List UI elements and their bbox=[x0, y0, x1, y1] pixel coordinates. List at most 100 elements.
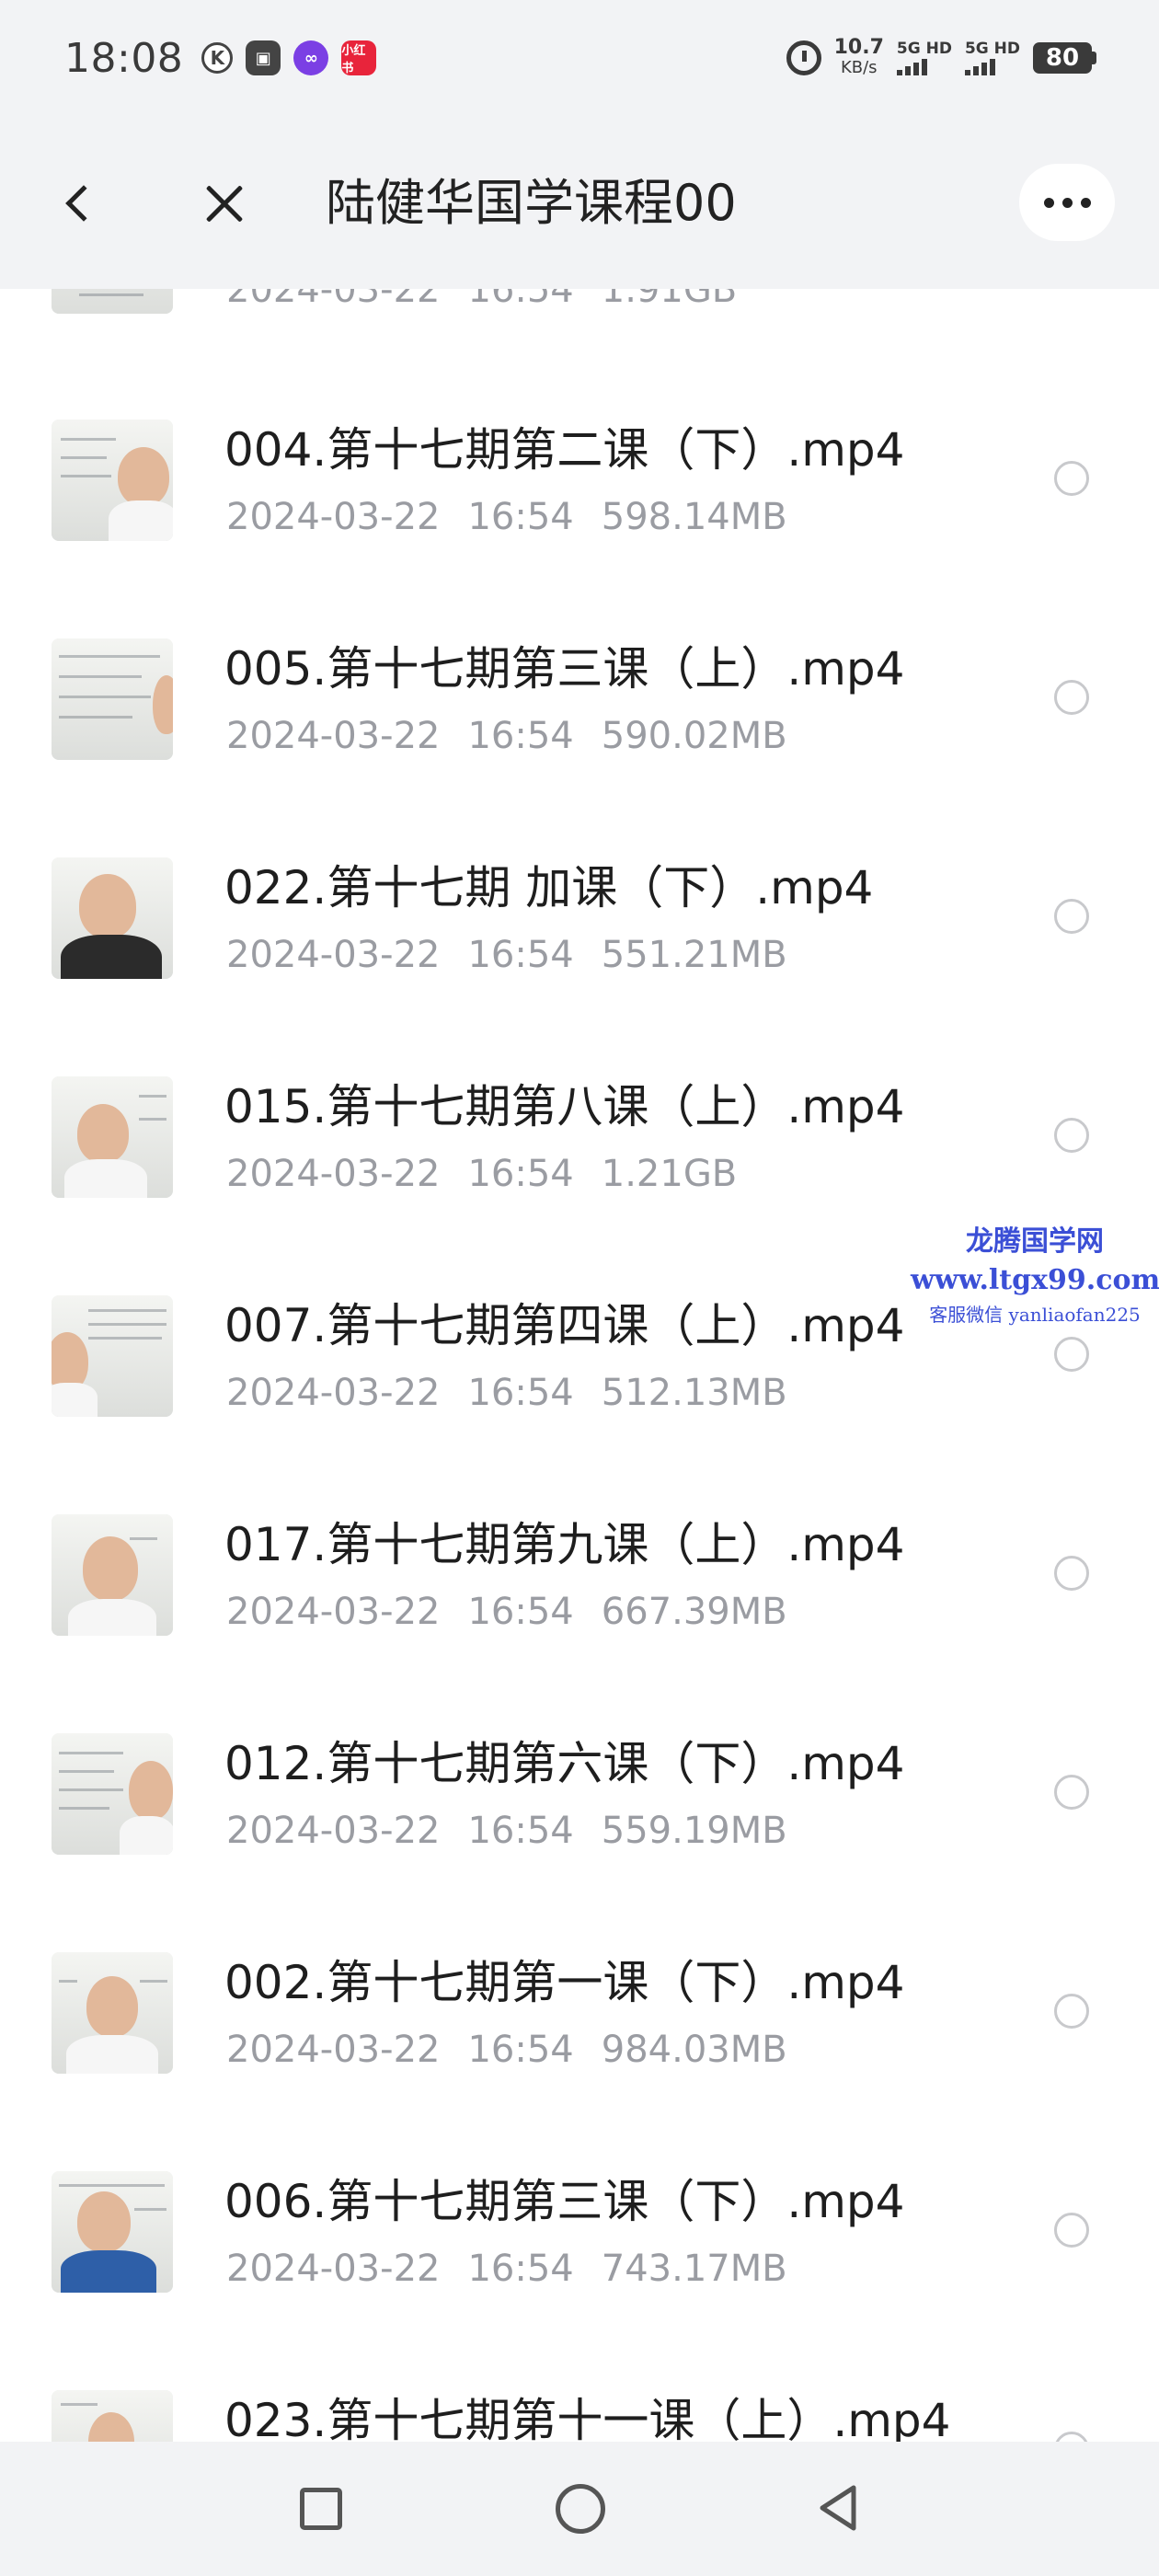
file-date: 2024-03-22 bbox=[226, 2248, 441, 2290]
list-item[interactable]: 2024-03-22 16:54 1.91GB bbox=[0, 289, 1159, 411]
video-thumbnail bbox=[52, 420, 173, 541]
list-item[interactable]: 023.第十七期第十一课（上）.mp4 bbox=[0, 2390, 1159, 2442]
list-item[interactable]: 002.第十七期第一课（下）.mp4 2024-03-22 16:54 984.03… bbox=[0, 1952, 1159, 2171]
file-time: 16:54 bbox=[467, 2029, 574, 2071]
system-nav-bar bbox=[0, 2442, 1159, 2576]
file-name: 017.第十七期第九课（上）.mp4 bbox=[224, 1518, 905, 1571]
video-thumbnail bbox=[52, 638, 173, 760]
select-checkbox[interactable] bbox=[1054, 1994, 1089, 2029]
battery-level: 80 bbox=[1033, 42, 1092, 74]
select-checkbox[interactable] bbox=[1054, 1556, 1089, 1591]
video-thumbnail bbox=[52, 2390, 173, 2442]
page-title: 陆健华国学课程00 bbox=[326, 174, 737, 232]
file-time: 16:54 bbox=[467, 289, 574, 311]
file-time: 16:54 bbox=[467, 1591, 574, 1633]
alarm-icon bbox=[786, 40, 821, 75]
file-time: 16:54 bbox=[467, 2248, 574, 2290]
home-button[interactable] bbox=[556, 2484, 605, 2534]
file-list[interactable]: 2024-03-22 16:54 1.91GB 004.第十七期第二课（下）.mp4… bbox=[0, 289, 1159, 2442]
file-meta: 2024-03-22 16:54 1.21GB bbox=[226, 1150, 764, 1198]
select-checkbox[interactable] bbox=[1054, 461, 1089, 496]
file-time: 16:54 bbox=[467, 1372, 574, 1414]
file-name: 022.第十七期 加课（下）.mp4 bbox=[224, 861, 874, 914]
video-thumbnail bbox=[52, 857, 173, 979]
infinity-app-icon: ∞ bbox=[293, 40, 329, 75]
file-time: 16:54 bbox=[467, 496, 574, 538]
file-name: 012.第十七期第六课（下）.mp4 bbox=[224, 1737, 905, 1790]
file-size: 743.17MB bbox=[601, 2248, 787, 2290]
list-item[interactable]: 005.第十七期第三课（上）.mp4 2024-03-22 16:54 590.02… bbox=[0, 638, 1159, 857]
video-thumbnail bbox=[52, 1733, 173, 1855]
status-bar: 18:08 K ▣ ∞ 小红书 10.7 KB/s 5G HD 5G HD 80 bbox=[0, 0, 1159, 116]
file-date: 2024-03-22 bbox=[226, 496, 441, 538]
file-meta: 2024-03-22 16:54 590.02MB bbox=[226, 712, 815, 760]
back-button[interactable] bbox=[52, 171, 107, 236]
more-dots-icon bbox=[1043, 197, 1054, 208]
file-size: 598.14MB bbox=[601, 496, 787, 538]
file-time: 16:54 bbox=[467, 1810, 574, 1852]
select-checkbox[interactable] bbox=[1054, 2432, 1089, 2442]
select-checkbox[interactable] bbox=[1054, 1118, 1089, 1153]
list-item[interactable]: 022.第十七期 加课（下）.mp4 2024-03-22 16:54 551.21… bbox=[0, 857, 1159, 1076]
file-meta: 2024-03-22 16:54 598.14MB bbox=[226, 493, 815, 541]
file-size: 1.91GB bbox=[601, 289, 738, 311]
select-checkbox[interactable] bbox=[1054, 1337, 1089, 1372]
file-meta: 2024-03-22 16:54 667.39MB bbox=[226, 1588, 815, 1636]
file-time: 16:54 bbox=[467, 1153, 574, 1195]
file-meta: 2024-03-22 16:54 743.17MB bbox=[226, 2245, 815, 2293]
file-meta: 2024-03-22 16:54 559.19MB bbox=[226, 1807, 815, 1855]
list-item[interactable]: 012.第十七期第六课（下）.mp4 2024-03-22 16:54 559.19… bbox=[0, 1733, 1159, 1952]
file-meta: 2024-03-22 16:54 1.91GB bbox=[226, 289, 764, 314]
nav-back-button[interactable] bbox=[813, 2482, 865, 2534]
file-size: 559.19MB bbox=[601, 1810, 787, 1852]
more-options-button[interactable] bbox=[1019, 164, 1115, 241]
close-button[interactable] bbox=[195, 171, 254, 236]
file-name: 006.第十七期第三课（下）.mp4 bbox=[224, 2175, 905, 2228]
chevron-left-icon bbox=[65, 185, 102, 222]
status-right-icons: 10.7 KB/s 5G HD 5G HD 80 bbox=[786, 38, 1096, 78]
list-item[interactable]: 004.第十七期第二课（下）.mp4 2024-03-22 16:54 598.14… bbox=[0, 420, 1159, 638]
file-date: 2024-03-22 bbox=[226, 289, 441, 311]
list-item[interactable]: 006.第十七期第三课（下）.mp4 2024-03-22 16:54 743.17… bbox=[0, 2171, 1159, 2390]
network-speed: 10.7 KB/s bbox=[834, 38, 884, 78]
file-name: 023.第十七期第十一课（上）.mp4 bbox=[224, 2394, 951, 2442]
select-checkbox[interactable] bbox=[1054, 1775, 1089, 1810]
file-name: 007.第十七期第四课（上）.mp4 bbox=[224, 1299, 905, 1352]
file-size: 551.21MB bbox=[601, 934, 787, 976]
file-size: 512.13MB bbox=[601, 1372, 787, 1414]
video-thumbnail bbox=[52, 1295, 173, 1417]
signal-sim1-icon: 5G HD bbox=[896, 40, 952, 75]
file-time: 16:54 bbox=[467, 934, 574, 976]
file-meta: 2024-03-22 16:54 512.13MB bbox=[226, 1369, 815, 1417]
file-name: 004.第十七期第二课（下）.mp4 bbox=[224, 423, 905, 477]
video-thumbnail bbox=[52, 1952, 173, 2074]
k-app-icon: K bbox=[201, 42, 234, 74]
file-date: 2024-03-22 bbox=[226, 715, 441, 757]
watermark-line3: 客服微信 yanliaofan225 bbox=[929, 1304, 1141, 1326]
video-thumbnail bbox=[52, 1076, 173, 1198]
recent-apps-button[interactable] bbox=[300, 2488, 342, 2530]
notification-icons: K ▣ ∞ 小红书 bbox=[201, 40, 377, 75]
status-time: 18:08 bbox=[64, 34, 184, 82]
video-thumbnail bbox=[52, 1514, 173, 1636]
file-date: 2024-03-22 bbox=[226, 1810, 441, 1852]
file-time: 16:54 bbox=[467, 715, 574, 757]
file-size: 1.21GB bbox=[601, 1153, 738, 1195]
watermark: 龙腾国学网 www.ltgx99.com 客服微信 yanliaofan225 bbox=[911, 1222, 1159, 1330]
battery-icon: 80 bbox=[1033, 42, 1096, 74]
select-checkbox[interactable] bbox=[1054, 2213, 1089, 2248]
list-item[interactable]: 017.第十七期第九课（上）.mp4 2024-03-22 16:54 667.39… bbox=[0, 1514, 1159, 1733]
file-size: 667.39MB bbox=[601, 1591, 787, 1633]
video-thumbnail bbox=[52, 289, 173, 314]
red-app-icon: 小红书 bbox=[341, 40, 377, 75]
network-speed-unit: KB/s bbox=[840, 58, 878, 77]
select-checkbox[interactable] bbox=[1054, 899, 1089, 934]
watermark-line1: 龙腾国学网 bbox=[966, 1225, 1104, 1258]
file-meta: 2024-03-22 16:54 984.03MB bbox=[226, 2026, 815, 2074]
select-checkbox[interactable] bbox=[1054, 680, 1089, 715]
file-size: 984.03MB bbox=[601, 2029, 787, 2071]
file-name: 015.第十七期第八课（上）.mp4 bbox=[224, 1080, 905, 1133]
file-date: 2024-03-22 bbox=[226, 934, 441, 976]
network-speed-value: 10.7 bbox=[833, 36, 884, 59]
file-date: 2024-03-22 bbox=[226, 2029, 441, 2071]
